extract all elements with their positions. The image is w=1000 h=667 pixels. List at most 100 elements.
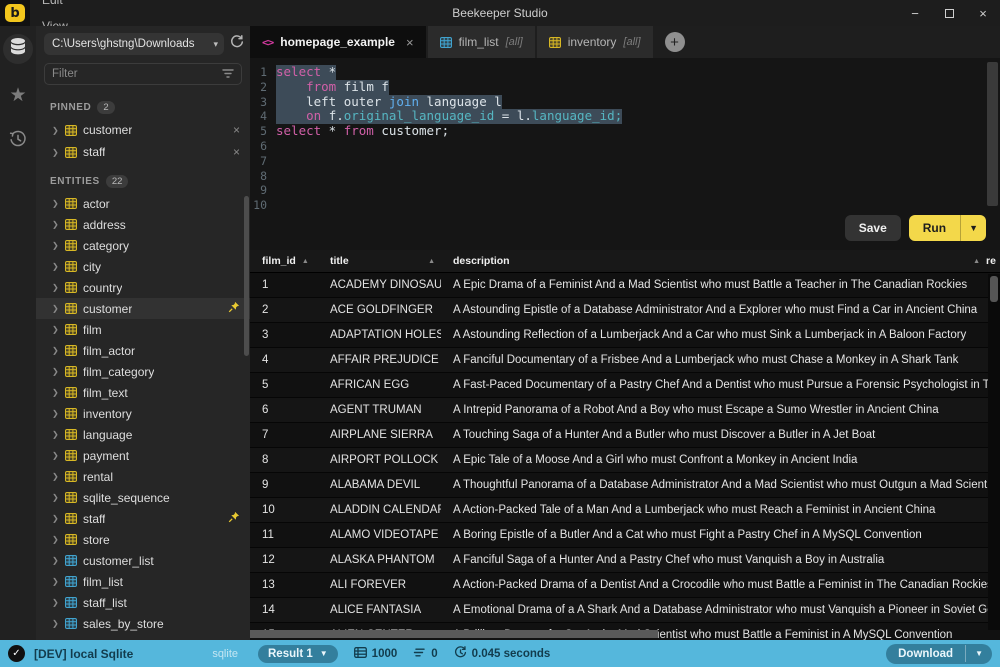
chevron-right-icon[interactable]: ❯: [52, 304, 59, 313]
chevron-right-icon[interactable]: ❯: [52, 535, 59, 544]
chevron-right-icon[interactable]: ❯: [52, 556, 59, 565]
table-row[interactable]: 9ALABAMA DEVILA Thoughtful Panorama of a…: [250, 473, 1000, 498]
table-row[interactable]: 1ACADEMY DINOSAURA Epic Drama of a Femin…: [250, 273, 1000, 298]
chevron-right-icon[interactable]: ❯: [52, 514, 59, 523]
column-header-title[interactable]: title ▲: [318, 250, 441, 272]
pinned-item-customer[interactable]: ❯customer×: [36, 119, 250, 141]
chevron-right-icon[interactable]: ❯: [52, 346, 59, 355]
entity-item-rental[interactable]: ❯rental: [36, 466, 250, 487]
entity-item-store[interactable]: ❯store: [36, 529, 250, 550]
filter-input[interactable]: [52, 68, 216, 80]
table-row[interactable]: 12ALASKA PHANTOMA Fanciful Saga of a Hun…: [250, 548, 1000, 573]
history-rail-button[interactable]: [3, 126, 33, 156]
table-row[interactable]: 13ALI FOREVERA Action-Packed Drama of a …: [250, 573, 1000, 598]
results-vertical-scrollbar[interactable]: [988, 274, 1000, 630]
chevron-right-icon[interactable]: ❯: [52, 409, 59, 418]
chevron-right-icon[interactable]: ❯: [52, 148, 59, 157]
menu-edit[interactable]: Edit: [30, 0, 80, 13]
minimize-button[interactable]: −: [898, 0, 932, 26]
chevron-right-icon[interactable]: ❯: [52, 451, 59, 460]
tables-rail-button[interactable]: [3, 34, 33, 64]
close-button[interactable]: ×: [966, 0, 1000, 26]
chevron-right-icon[interactable]: ❯: [52, 472, 59, 481]
results-body[interactable]: 1ACADEMY DINOSAURA Epic Drama of a Femin…: [250, 273, 1000, 640]
entity-name: film_text: [83, 386, 128, 400]
chevron-right-icon[interactable]: ❯: [52, 283, 59, 292]
app-logo[interactable]: b: [0, 0, 30, 26]
tab-homepage_example[interactable]: <>homepage_example×: [250, 26, 426, 58]
results-horizontal-scrollbar[interactable]: [250, 630, 658, 638]
entity-item-customer_list[interactable]: ❯customer_list: [36, 550, 250, 571]
entity-item-payment[interactable]: ❯payment: [36, 445, 250, 466]
unpin-close-icon[interactable]: ×: [233, 145, 240, 159]
entity-item-film[interactable]: ❯film: [36, 319, 250, 340]
table-row[interactable]: 11ALAMO VIDEOTAPEA Boring Epistle of a B…: [250, 523, 1000, 548]
unpin-close-icon[interactable]: ×: [233, 123, 240, 137]
chevron-right-icon[interactable]: ❯: [52, 577, 59, 586]
table-row[interactable]: 8AIRPORT POLLOCKA Epic Tale of a Moose A…: [250, 448, 1000, 473]
editor-line: 9: [250, 183, 1000, 198]
entity-item-film_list[interactable]: ❯film_list: [36, 571, 250, 592]
new-tab-button[interactable]: +: [665, 32, 685, 52]
refresh-icon[interactable]: [230, 35, 244, 54]
tab-inventory[interactable]: inventory[all]: [537, 26, 653, 58]
chevron-right-icon[interactable]: ❯: [52, 388, 59, 397]
table-row[interactable]: 7AIRPLANE SIERRAA Touching Saga of a Hun…: [250, 423, 1000, 448]
close-tab-icon[interactable]: ×: [406, 35, 414, 50]
filter-icon[interactable]: [222, 65, 234, 83]
chevron-right-icon[interactable]: ❯: [52, 430, 59, 439]
column-header-film-id[interactable]: film_id ▲: [250, 250, 318, 272]
table-row[interactable]: 2ACE GOLDFINGERA Astounding Epistle of a…: [250, 298, 1000, 323]
favorites-rail-button[interactable]: ★: [3, 80, 33, 110]
chevron-right-icon[interactable]: ❯: [52, 325, 59, 334]
chevron-right-icon[interactable]: ❯: [52, 262, 59, 271]
table-row[interactable]: 10ALADDIN CALENDARA Action-Packed Tale o…: [250, 498, 1000, 523]
chevron-right-icon[interactable]: ❯: [52, 126, 59, 135]
run-button[interactable]: Run: [909, 215, 960, 241]
chevron-right-icon[interactable]: ❯: [52, 199, 59, 208]
entity-item-film_actor[interactable]: ❯film_actor: [36, 340, 250, 361]
result-selector[interactable]: Result 1 ▼: [258, 645, 338, 663]
entity-item-address[interactable]: ❯address: [36, 214, 250, 235]
column-header-partial[interactable]: re: [986, 250, 1000, 272]
tab-film_list[interactable]: film_list[all]: [428, 26, 535, 58]
table-row[interactable]: 3ADAPTATION HOLESA Astounding Reflection…: [250, 323, 1000, 348]
sidebar-scrollbar[interactable]: [244, 196, 249, 356]
save-button[interactable]: Save: [845, 215, 901, 241]
table-row[interactable]: 14ALICE FANTASIAA Emotional Drama of a A…: [250, 598, 1000, 623]
chevron-right-icon[interactable]: ❯: [52, 241, 59, 250]
entity-item-category[interactable]: ❯category: [36, 235, 250, 256]
table-row[interactable]: 6AGENT TRUMANA Intrepid Panorama of a Ro…: [250, 398, 1000, 423]
entity-item-staff[interactable]: ❯staff: [36, 508, 250, 529]
table-icon: [65, 240, 77, 251]
maximize-button[interactable]: [932, 0, 966, 26]
entity-item-language[interactable]: ❯language: [36, 424, 250, 445]
chevron-right-icon[interactable]: ❯: [52, 619, 59, 628]
scrollbar-thumb[interactable]: [990, 276, 998, 302]
entity-item-customer[interactable]: ❯customer: [36, 298, 250, 319]
chevron-right-icon[interactable]: ❯: [52, 493, 59, 502]
editor-scrollbar[interactable]: [987, 62, 998, 206]
sql-editor[interactable]: 1select *2 from film f3 left outer join …: [250, 58, 1000, 250]
table-row[interactable]: 5AFRICAN EGGA Fast-Paced Documentary of …: [250, 373, 1000, 398]
entity-item-actor[interactable]: ❯actor: [36, 193, 250, 214]
download-button[interactable]: Download: [886, 644, 965, 664]
connection-dropdown[interactable]: C:\Users\ghstng\Downloads ▾: [44, 33, 224, 55]
pinned-item-staff[interactable]: ❯staff×: [36, 141, 250, 163]
download-options-button[interactable]: ▼: [965, 645, 992, 662]
chevron-down-icon: ▼: [969, 223, 978, 233]
entity-item-inventory[interactable]: ❯inventory: [36, 403, 250, 424]
chevron-right-icon[interactable]: ❯: [52, 220, 59, 229]
entity-item-country[interactable]: ❯country: [36, 277, 250, 298]
entity-item-film_text[interactable]: ❯ film_text: [36, 382, 250, 403]
entity-item-sqlite_sequence[interactable]: ❯sqlite_sequence: [36, 487, 250, 508]
chevron-right-icon[interactable]: ❯: [52, 367, 59, 376]
run-options-button[interactable]: ▼: [960, 215, 986, 241]
entity-item-film_category[interactable]: ❯film_category: [36, 361, 250, 382]
chevron-right-icon[interactable]: ❯: [52, 598, 59, 607]
entity-item-sales_by_store[interactable]: ❯sales_by_store: [36, 613, 250, 634]
entity-item-city[interactable]: ❯city: [36, 256, 250, 277]
table-row[interactable]: 4AFFAIR PREJUDICEA Fanciful Documentary …: [250, 348, 1000, 373]
column-header-description[interactable]: description ▲: [441, 250, 986, 272]
entity-item-staff_list[interactable]: ❯staff_list: [36, 592, 250, 613]
